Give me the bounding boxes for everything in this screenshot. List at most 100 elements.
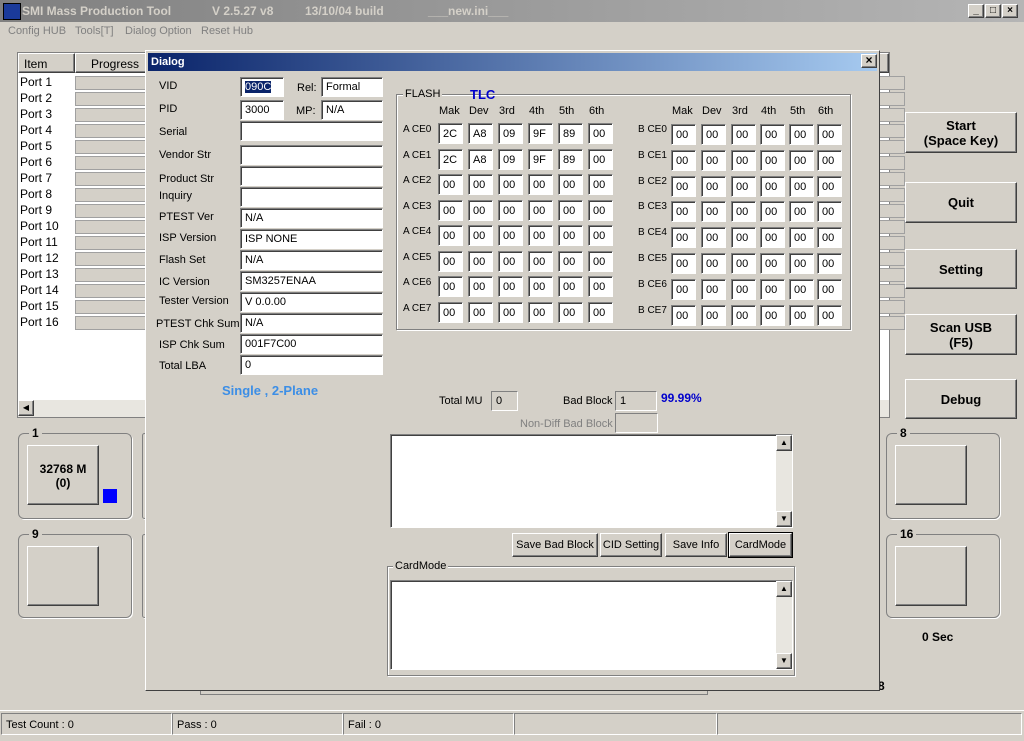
- flash-cell-b[interactable]: 00: [760, 304, 785, 326]
- flash-cell-a[interactable]: 00: [528, 174, 553, 195]
- port-row-label[interactable]: Port 6: [20, 155, 75, 171]
- flash-cell-b[interactable]: 00: [817, 278, 842, 300]
- flash-cell-a[interactable]: 00: [588, 250, 613, 272]
- flash-cell-b[interactable]: 00: [789, 201, 814, 223]
- port-row-label[interactable]: Port 16: [20, 315, 75, 331]
- port-row-label[interactable]: Port 7: [20, 171, 75, 187]
- maximize-button[interactable]: □: [985, 4, 1001, 18]
- flash-cell-b[interactable]: 00: [760, 201, 785, 223]
- flash-cell-a[interactable]: 00: [438, 301, 463, 323]
- pid-field[interactable]: 3000: [240, 100, 284, 120]
- flash-cell-b[interactable]: 00: [701, 278, 726, 300]
- flash-cell-a[interactable]: 9F: [528, 148, 553, 170]
- flash-cell-a[interactable]: 00: [588, 148, 613, 170]
- tester-version-field[interactable]: V 0.0.00: [240, 292, 383, 312]
- menu-reset-hub[interactable]: Reset Hub: [201, 25, 253, 37]
- flash-set-field[interactable]: N/A: [240, 250, 383, 270]
- port-row-label[interactable]: Port 14: [20, 283, 75, 299]
- port-row-label[interactable]: Port 1: [20, 75, 75, 91]
- port-8-button[interactable]: [895, 445, 967, 505]
- menu-config-hub[interactable]: Config HUB: [8, 25, 66, 37]
- flash-cell-b[interactable]: 00: [817, 253, 842, 274]
- scroll-down-arrow[interactable]: ▼: [776, 653, 792, 669]
- flash-cell-b[interactable]: 00: [701, 227, 726, 249]
- flash-cell-a[interactable]: 00: [588, 199, 613, 221]
- total-lba-field[interactable]: 0: [240, 355, 383, 375]
- port-row-label[interactable]: Port 11: [20, 235, 75, 251]
- quit-button[interactable]: Quit: [905, 182, 1017, 223]
- flash-cell-b[interactable]: 00: [789, 124, 814, 145]
- flash-cell-b[interactable]: 00: [760, 278, 785, 300]
- flash-cell-b[interactable]: 00: [671, 278, 696, 300]
- port-row-label[interactable]: Port 2: [20, 91, 75, 107]
- flash-cell-b[interactable]: 00: [817, 175, 842, 197]
- flash-cell-a[interactable]: 9F: [528, 123, 553, 144]
- port-row-label[interactable]: Port 9: [20, 203, 75, 219]
- debug-button[interactable]: Debug: [905, 379, 1017, 419]
- port-row-label[interactable]: Port 8: [20, 187, 75, 203]
- flash-cell-b[interactable]: 00: [701, 201, 726, 223]
- flash-cell-b[interactable]: 00: [671, 304, 696, 326]
- cardmode-scrollbar[interactable]: ▲ ▼: [776, 581, 792, 669]
- flash-cell-a[interactable]: 89: [558, 123, 583, 144]
- flash-cell-b[interactable]: 00: [701, 149, 726, 171]
- info-scrollbar[interactable]: ▲ ▼: [776, 435, 792, 527]
- flash-cell-a[interactable]: 00: [438, 250, 463, 272]
- flash-cell-b[interactable]: 00: [671, 175, 696, 197]
- minimize-button[interactable]: _: [968, 4, 984, 18]
- flash-cell-b[interactable]: 00: [731, 201, 756, 223]
- flash-cell-b[interactable]: 00: [731, 124, 756, 145]
- flash-cell-a[interactable]: 00: [498, 174, 523, 195]
- flash-cell-a[interactable]: 00: [588, 174, 613, 195]
- flash-cell-b[interactable]: 00: [671, 227, 696, 249]
- scroll-up-arrow[interactable]: ▲: [776, 435, 792, 451]
- flash-cell-a[interactable]: 00: [558, 225, 583, 246]
- port-16-button[interactable]: [895, 546, 967, 606]
- product-str-field[interactable]: [240, 166, 383, 186]
- flash-cell-a[interactable]: 00: [438, 199, 463, 221]
- cid-setting-button[interactable]: CID Setting: [600, 533, 662, 557]
- flash-cell-b[interactable]: 00: [731, 278, 756, 300]
- flash-cell-b[interactable]: 00: [701, 253, 726, 274]
- flash-cell-a[interactable]: 00: [558, 199, 583, 221]
- flash-cell-b[interactable]: 00: [817, 201, 842, 223]
- flash-cell-a[interactable]: 00: [528, 225, 553, 246]
- port-9-button[interactable]: [27, 546, 99, 606]
- info-text-area[interactable]: ▲ ▼: [390, 434, 793, 528]
- inquiry-field[interactable]: [240, 187, 383, 207]
- flash-cell-a[interactable]: 00: [588, 225, 613, 246]
- flash-cell-b[interactable]: 00: [789, 227, 814, 249]
- flash-cell-a[interactable]: 00: [468, 276, 493, 297]
- save-info-button[interactable]: Save Info: [665, 533, 727, 557]
- isp-version-field[interactable]: ISP NONE: [240, 229, 383, 249]
- port-row-label[interactable]: Port 3: [20, 107, 75, 123]
- flash-cell-b[interactable]: 00: [671, 201, 696, 223]
- flash-cell-a[interactable]: 2C: [438, 123, 463, 144]
- scroll-left-arrow[interactable]: ◀: [18, 400, 34, 416]
- flash-cell-b[interactable]: 00: [731, 149, 756, 171]
- start-button[interactable]: Start (Space Key): [905, 112, 1017, 153]
- ptest-chk-sum-field[interactable]: N/A: [240, 313, 383, 333]
- flash-cell-a[interactable]: 00: [558, 174, 583, 195]
- flash-cell-b[interactable]: 00: [789, 175, 814, 197]
- flash-cell-a[interactable]: 00: [558, 276, 583, 297]
- flash-cell-a[interactable]: 00: [498, 225, 523, 246]
- ic-version-field[interactable]: SM3257ENAA: [240, 271, 383, 291]
- port-1-button[interactable]: 32768 M (0): [27, 445, 99, 505]
- flash-cell-a[interactable]: 00: [528, 276, 553, 297]
- mp-field[interactable]: N/A: [321, 100, 383, 120]
- vid-field[interactable]: 090C: [240, 77, 284, 97]
- flash-cell-a[interactable]: A8: [468, 148, 493, 170]
- flash-cell-a[interactable]: 09: [498, 148, 523, 170]
- flash-cell-b[interactable]: 00: [817, 149, 842, 171]
- serial-field[interactable]: [240, 121, 383, 141]
- port-row-label[interactable]: Port 4: [20, 123, 75, 139]
- flash-cell-a[interactable]: 00: [468, 199, 493, 221]
- flash-cell-b[interactable]: 00: [817, 304, 842, 326]
- flash-cell-b[interactable]: 00: [731, 253, 756, 274]
- flash-cell-b[interactable]: 00: [760, 124, 785, 145]
- flash-cell-b[interactable]: 00: [817, 227, 842, 249]
- flash-cell-a[interactable]: 09: [498, 123, 523, 144]
- port-row-label[interactable]: Port 5: [20, 139, 75, 155]
- flash-cell-a[interactable]: 00: [528, 250, 553, 272]
